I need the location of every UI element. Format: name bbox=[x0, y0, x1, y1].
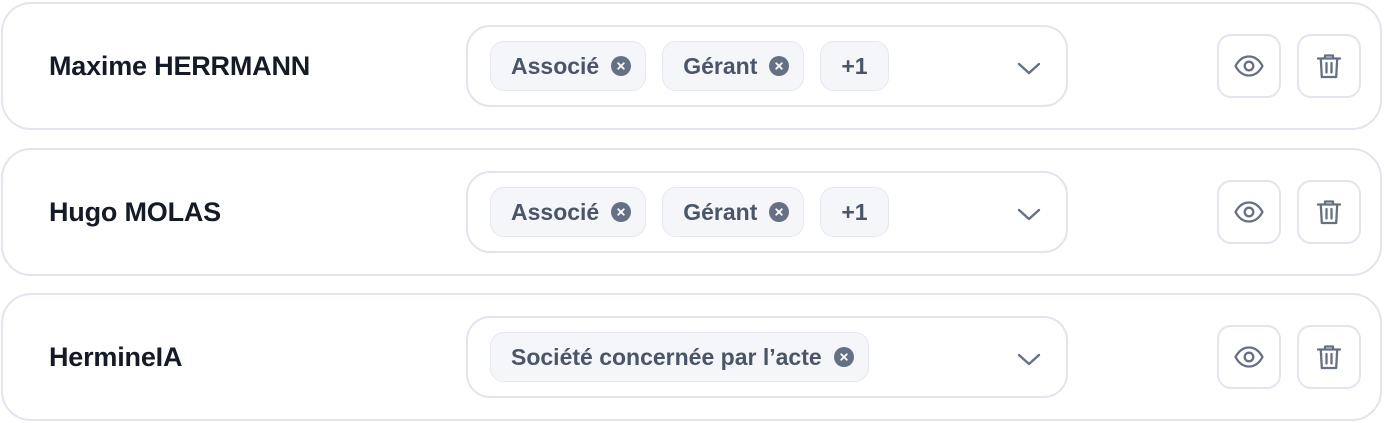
role-multiselect[interactable]: Société concernée par l’acte bbox=[466, 316, 1068, 398]
close-circle-icon[interactable] bbox=[769, 56, 790, 76]
eye-icon bbox=[1234, 55, 1264, 77]
close-circle-icon[interactable] bbox=[611, 56, 632, 76]
delete-button[interactable] bbox=[1297, 34, 1361, 98]
more-roles-count: +1 bbox=[841, 53, 868, 79]
view-button[interactable] bbox=[1217, 325, 1281, 389]
participant-list: Maxime HERRMANN Associé Gérant +1 Hugo M… bbox=[0, 0, 1384, 423]
close-circle-icon[interactable] bbox=[769, 202, 790, 222]
more-roles-chip[interactable]: +1 bbox=[820, 187, 889, 237]
participant-card: HermineIA Société concernée par l’acte bbox=[1, 293, 1382, 421]
view-button[interactable] bbox=[1217, 34, 1281, 98]
role-chip: Gérant bbox=[662, 187, 805, 237]
participant-card: Hugo MOLAS Associé Gérant +1 bbox=[1, 148, 1382, 276]
delete-button[interactable] bbox=[1297, 180, 1361, 244]
role-chip: Associé bbox=[490, 187, 647, 237]
eye-icon bbox=[1234, 346, 1264, 368]
participant-card: Maxime HERRMANN Associé Gérant +1 bbox=[1, 2, 1382, 130]
participant-name: HermineIA bbox=[49, 342, 183, 372]
role-chip: Société concernée par l’acte bbox=[490, 332, 869, 382]
selected-roles: Associé Gérant +1 bbox=[490, 41, 889, 91]
role-chip-label: Associé bbox=[511, 199, 600, 225]
close-circle-icon[interactable] bbox=[611, 202, 632, 222]
role-multiselect[interactable]: Associé Gérant +1 bbox=[466, 25, 1068, 107]
close-circle-icon[interactable] bbox=[833, 347, 854, 367]
chevron-down-icon[interactable] bbox=[1016, 201, 1042, 227]
eye-icon bbox=[1234, 201, 1264, 223]
selected-roles: Associé Gérant +1 bbox=[490, 187, 889, 237]
role-chip-label: Gérant bbox=[683, 53, 758, 79]
role-chip-label: Société concernée par l’acte bbox=[511, 344, 822, 370]
trash-icon bbox=[1316, 54, 1342, 79]
role-chip: Gérant bbox=[662, 41, 805, 91]
trash-icon bbox=[1316, 200, 1342, 225]
selected-roles: Société concernée par l’acte bbox=[490, 332, 869, 382]
role-chip: Associé bbox=[490, 41, 647, 91]
trash-icon bbox=[1316, 345, 1342, 370]
more-roles-count: +1 bbox=[841, 199, 868, 225]
chevron-down-icon[interactable] bbox=[1016, 346, 1042, 372]
role-chip-label: Gérant bbox=[683, 199, 758, 225]
participant-name: Hugo MOLAS bbox=[49, 197, 221, 227]
more-roles-chip[interactable]: +1 bbox=[820, 41, 889, 91]
participant-name: Maxime HERRMANN bbox=[49, 51, 311, 81]
delete-button[interactable] bbox=[1297, 325, 1361, 389]
chevron-down-icon[interactable] bbox=[1016, 55, 1042, 81]
role-chip-label: Associé bbox=[511, 53, 600, 79]
view-button[interactable] bbox=[1217, 180, 1281, 244]
role-multiselect[interactable]: Associé Gérant +1 bbox=[466, 171, 1068, 253]
